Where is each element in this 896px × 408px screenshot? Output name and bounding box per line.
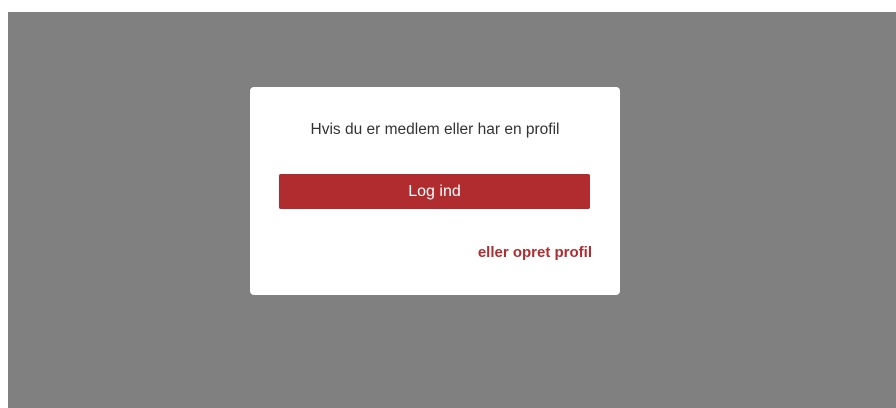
login-button[interactable]: Log ind bbox=[279, 174, 590, 209]
create-profile-link[interactable]: eller opret profil bbox=[478, 244, 592, 261]
dialog-prompt: Hvis du er medlem eller har en profil bbox=[310, 121, 560, 138]
login-dialog: Hvis du er medlem eller har en profil Lo… bbox=[250, 87, 620, 295]
